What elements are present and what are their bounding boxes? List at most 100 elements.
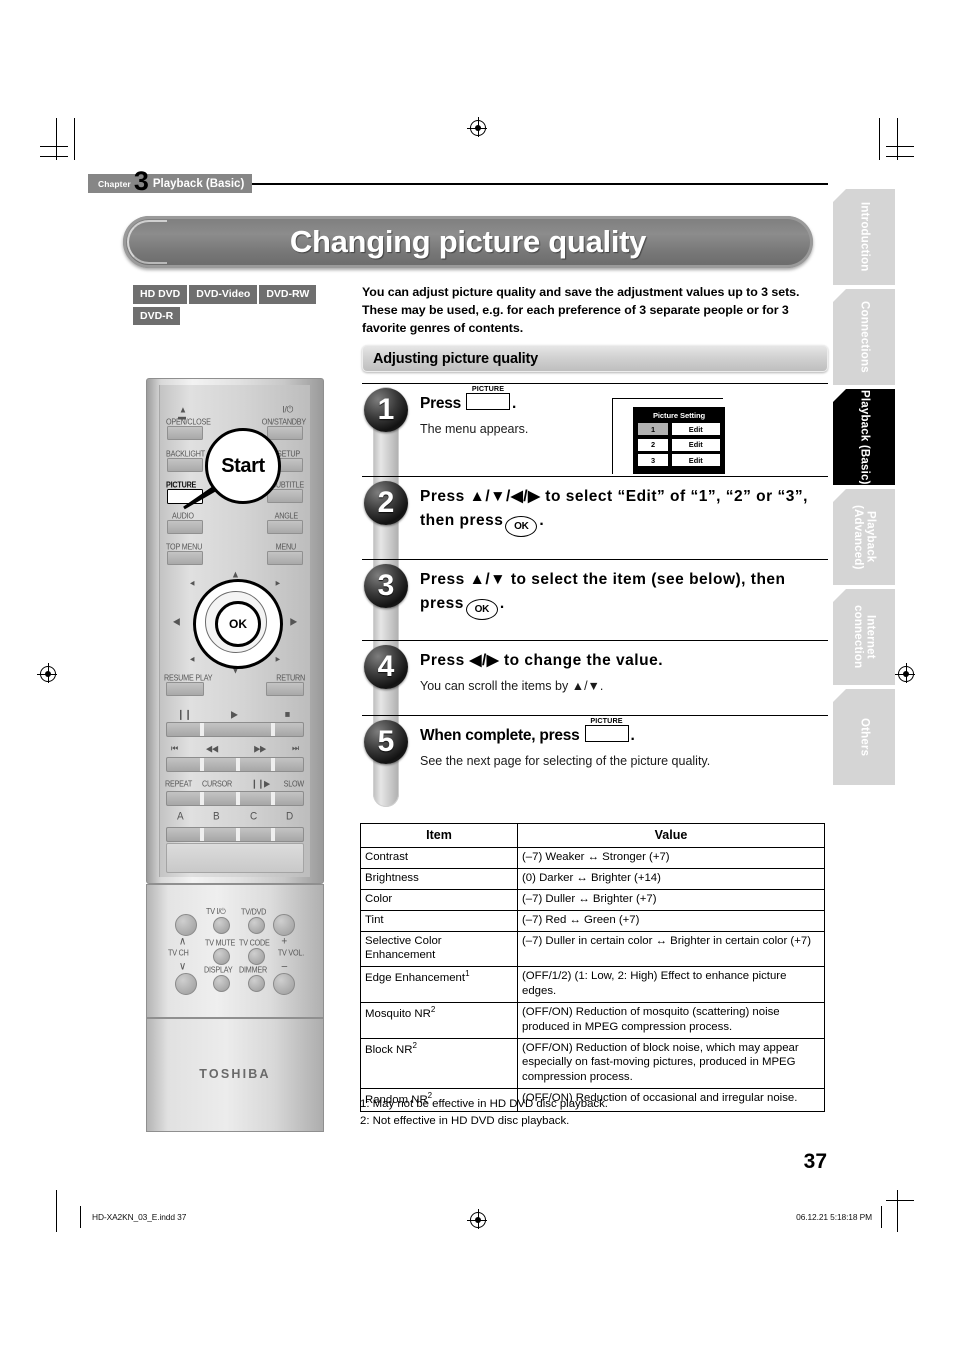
sidebar-tab-label: Others [858, 717, 871, 757]
pause-icon: ❙❙ [177, 708, 192, 720]
table-cell-value: (–7) Weaker ↔ Stronger (+7) [517, 847, 825, 870]
registration-mark-top [467, 117, 487, 137]
tv-dvd-label: TV/DVD [241, 906, 267, 917]
sidebar-tab-label: Playback (Advanced) [852, 504, 877, 570]
subtitle-button[interactable] [267, 489, 303, 503]
chapter-title: Playback (Basic) [152, 177, 245, 190]
angle-button[interactable] [267, 520, 303, 534]
crop-mark-tl-h [40, 146, 68, 148]
ok-key-icon: OK [505, 516, 538, 538]
crop-mark-tl-v2 [74, 118, 76, 160]
open-close-button[interactable] [167, 426, 203, 440]
step-1-suffix: . [511, 395, 517, 412]
table-row: Mosquito NR2 (OFF/ON) Reduction of mosqu… [360, 1001, 825, 1039]
footnote-1: 1: May not be effective in HD DVD disc p… [360, 1098, 608, 1110]
cursor-up-icon: ▲ [231, 568, 240, 580]
step-4-note: You can scroll the items by ▲/▼. [420, 679, 604, 694]
table-header-value: Value [517, 822, 825, 849]
tv-mute-button[interactable] [213, 948, 230, 965]
osd-callout-frame: Picture Setting 1 Edit 2 Edit 3 Edit [612, 398, 725, 474]
power-icon: I/⏻ [282, 403, 293, 415]
sidebar-tab-playback-basic[interactable]: Playback (Basic) [833, 389, 895, 485]
dimmer-button[interactable] [248, 975, 265, 992]
table-cell-value: (OFF/ON) Reduction of mosquito (scatteri… [517, 1001, 825, 1039]
crop-mark-tr-v [896, 118, 898, 160]
sidebar-tab-introduction[interactable]: Introduction [833, 189, 895, 285]
step-icon: ❙❙▶ [251, 778, 270, 789]
disc-badge-dvd-rw: DVD-RW [259, 285, 317, 304]
sidebar-tab-playback-advanced[interactable]: Playback (Advanced) [833, 489, 895, 585]
tv-ch-up-button[interactable] [175, 914, 197, 936]
osd-slot-number[interactable]: 3 [637, 453, 669, 467]
table-cell-item: Mosquito NR2 [360, 1001, 518, 1039]
table-cell-item: Tint [360, 909, 518, 932]
footnote-marker: 2 [412, 1040, 417, 1050]
return-button[interactable] [266, 682, 304, 696]
cursor-up-right-icon: ▶ [275, 580, 281, 588]
step-4-heading: Press ◀/▶ to change the value. [420, 652, 663, 670]
sidebar-tab-label: Connections [858, 301, 871, 373]
color-key-b-label: B [213, 810, 220, 823]
menu-button[interactable] [267, 551, 303, 565]
audio-button[interactable] [167, 520, 203, 534]
color-key-d-label: D [285, 810, 293, 823]
tv-dvd-button[interactable] [248, 917, 265, 934]
tv-power-label: TV I/⏻ [206, 906, 226, 917]
step-2-text: Press ▲/▼/◀/▶ to select “Edit” of “1”, “… [420, 488, 808, 530]
step-number-badge: 1 [364, 388, 408, 432]
table-header-row: Item Value [360, 822, 825, 849]
osd-slot-number[interactable]: 1 [637, 422, 669, 436]
chapter-breadcrumb: Chapter 3 Playback (Basic) [88, 168, 253, 195]
osd-edit-button[interactable]: Edit [670, 437, 721, 452]
sidebar-tab-others[interactable]: Others [833, 689, 895, 785]
tv-ch-down-button[interactable] [175, 973, 197, 995]
resume-play-button[interactable] [166, 682, 204, 696]
tv-vol-up-button[interactable] [273, 914, 295, 936]
osd-slot-number[interactable]: 2 [637, 437, 669, 452]
crop-mark-tr-h2 [886, 156, 914, 158]
on-standby-button[interactable] [267, 426, 303, 440]
table-cell-item: Contrast [360, 847, 518, 870]
cursor-up-left-icon: ◀ [190, 580, 195, 588]
step-1-text: Press [420, 395, 461, 412]
color-keys-bar[interactable] [166, 827, 304, 842]
tv-power-button[interactable] [213, 917, 230, 934]
sidebar-tab-connections[interactable]: Connections [833, 289, 895, 385]
transport-bar-playback[interactable] [166, 722, 304, 737]
ok-button-label: OK [229, 617, 247, 631]
sidebar-tab-internet-connection[interactable]: Internet connection [833, 589, 895, 685]
tv-vol-down-button[interactable] [273, 973, 295, 995]
ok-key-icon: OK [465, 599, 498, 621]
table-cell-value: (0) Darker ↔ Brighter (+14) [517, 868, 825, 890]
disc-badge-dvd-r: DVD-R [133, 306, 181, 325]
transport-bar-search[interactable] [166, 757, 304, 772]
transport-bar-repeat-slow[interactable] [166, 791, 304, 806]
osd-edit-button[interactable]: Edit [670, 422, 721, 436]
table-cell-value: (–7) Duller ↔ Brighter (+7) [517, 888, 825, 911]
step-number-badge: 3 [364, 564, 408, 609]
ok-button[interactable]: OK [215, 601, 261, 647]
table-cell-value: (OFF/ON) Reduction of block noise, which… [517, 1037, 825, 1090]
osd-edit-button[interactable]: Edit [670, 453, 721, 467]
table-cell-item: Edge Enhancement1 [360, 966, 518, 1003]
footnote-marker: 1 [465, 969, 470, 979]
section-heading-banner: Adjusting picture quality [362, 345, 828, 372]
sidebar-tab-label: Introduction [858, 202, 871, 272]
step-5-text: When complete, press [420, 727, 580, 745]
top-menu-button[interactable] [167, 551, 203, 565]
crop-mark-tr-v2 [878, 118, 880, 160]
steps-list: 1 Press PICTURE. The menu appears. 2 Pres… [362, 383, 828, 807]
tv-mute-label: TV MUTE [205, 937, 236, 948]
table-cell-item: Selective Color Enhancement [360, 930, 518, 968]
step-2-suffix: . [539, 512, 544, 530]
tv-code-button[interactable] [248, 948, 265, 965]
print-timestamp: 06.12.21 5:18:18 PM [796, 1212, 872, 1222]
footnote-2: 2: Not effective in HD DVD disc playback… [360, 1114, 570, 1127]
registration-mark-bottom [467, 1209, 487, 1229]
table-cell-value: (–7) Red ↔ Green (+7) [517, 909, 825, 932]
chapter-number: 3 [133, 166, 149, 196]
tv-ch-up-icon: ∧ [179, 935, 187, 948]
cursor-left-icon: ◀ [173, 615, 180, 627]
disc-badge-hd-dvd: HD DVD [133, 285, 188, 304]
display-button[interactable] [213, 975, 230, 992]
